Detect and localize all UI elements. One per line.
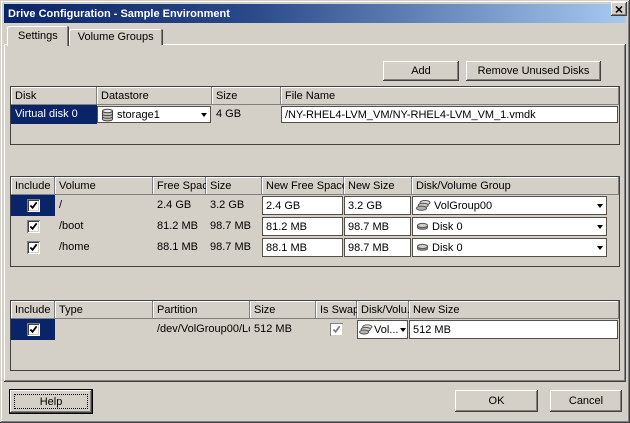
include-checkbox[interactable] [27,241,40,254]
column-header-disk[interactable]: Disk [11,87,97,105]
virtual-disk-row: Virtual disk 0 storage1 4 GB /NY- [11,105,619,124]
column-header-free-space[interactable]: Free Space [153,177,206,195]
new-size-input[interactable]: 3.2 GB [344,196,411,215]
chevron-down-icon[interactable] [597,246,603,250]
include-cell[interactable] [11,319,55,340]
checkmark-icon [332,325,341,334]
column-header-size[interactable]: Size [206,177,262,195]
checkmark-icon [29,325,38,334]
volume-cell: / [55,195,153,216]
size-cell: 98.7 MB [206,237,262,258]
non-volume-table: Include Type Partition Size Is Swap Disk… [10,300,620,371]
column-header-disk-volume[interactable]: Disk/Volu... [357,301,409,319]
free-space-cell: 81.2 MB [153,216,206,237]
is-swap-cell [316,319,357,340]
checkmark-icon [29,243,38,252]
volume-cell: /boot [55,216,153,237]
datastore-value: storage1 [117,109,160,121]
disk-volume-group-combo[interactable]: VolGroup00 [412,196,607,215]
drive-configuration-dialog: Drive Configuration - Sample Environment… [0,0,630,423]
is-swap-checkbox [330,323,343,336]
datastore-combo[interactable]: storage1 [97,106,211,123]
chevron-down-icon[interactable] [201,113,207,117]
include-checkbox[interactable] [27,199,40,212]
disk-icon [416,242,429,253]
new-free-space-input[interactable]: 81.2 MB [262,217,343,236]
file-name-input[interactable]: /NY-RHEL4-LVM_VM/NY-RHEL4-LVM_VM_1.vmdk [281,106,618,123]
volume-group-icon [359,323,373,336]
checkmark-icon [29,201,38,210]
tab-settings[interactable]: Settings [7,26,69,46]
include-cell[interactable] [11,195,55,216]
size-cell: 3.2 GB [206,195,262,216]
column-header-include[interactable]: Include [11,301,55,319]
volume-row-root: / 2.4 GB 3.2 GB 2.4 GB 3.2 GB VolGroup00 [11,195,619,216]
remove-unused-disks-button[interactable]: Remove Unused Disks [466,61,601,81]
column-header-datastore[interactable]: Datastore [97,87,212,105]
volume-row-boot: /boot 81.2 MB 98.7 MB 81.2 MB 98.7 MB Di… [11,216,619,237]
non-volume-header: Include Type Partition Size Is Swap Disk… [11,301,619,319]
volumes-header: Include Volume Free Space Size New Free … [11,177,619,195]
column-header-new-size[interactable]: New Size [344,177,412,195]
disk-volume-group-combo[interactable]: Disk 0 [412,238,607,257]
free-space-cell: 2.4 GB [153,195,206,216]
volume-group-icon [416,199,431,212]
free-space-cell: 88.1 MB [153,237,206,258]
column-header-include[interactable]: Include [11,177,55,195]
include-checkbox[interactable] [27,323,40,336]
include-checkbox[interactable] [27,220,40,233]
combo-value: VolGroup00 [434,200,492,212]
disk-name-cell[interactable]: Virtual disk 0 [11,105,97,124]
column-header-file-name[interactable]: File Name [281,87,619,105]
partition-cell: /dev/VolGroup00/Lo... [153,319,250,340]
column-header-partition[interactable]: Partition [153,301,250,319]
new-free-space-input[interactable]: 2.4 GB [262,196,343,215]
column-header-new-free-space[interactable]: New Free Space [262,177,344,195]
datastore-icon [101,108,114,122]
close-icon [615,6,623,13]
column-header-new-size[interactable]: New Size [409,301,619,319]
close-button[interactable] [611,2,627,16]
volume-row-home: /home 88.1 MB 98.7 MB 88.1 MB 98.7 MB Di… [11,237,619,258]
volumes-table: Include Volume Free Space Size New Free … [10,176,620,267]
disk-size-cell: 4 GB [212,105,281,124]
add-button[interactable]: Add [383,61,459,81]
include-cell[interactable] [11,216,55,237]
size-cell: 512 MB [250,319,316,340]
include-cell[interactable] [11,237,55,258]
checkmark-icon [29,222,38,231]
column-header-size[interactable]: Size [250,301,316,319]
help-button[interactable]: Help [10,390,92,413]
column-header-volume[interactable]: Volume [55,177,153,195]
cancel-button[interactable]: Cancel [550,390,622,412]
chevron-down-icon[interactable] [597,225,603,229]
disk-icon [416,221,429,232]
type-cell [55,319,153,340]
chevron-down-icon[interactable] [400,328,406,332]
column-header-is-swap[interactable]: Is Swap [316,301,357,319]
tab-volume-groups[interactable]: Volume Groups [69,29,163,45]
disk-volume-group-combo[interactable]: Disk 0 [412,217,607,236]
column-header-type[interactable]: Type [55,301,153,319]
volume-cell: /home [55,237,153,258]
disk-volume-combo[interactable]: Vol... [357,320,408,339]
tab-bar: Settings Volume Groups [7,26,163,45]
title-bar: Drive Configuration - Sample Environment [4,4,626,23]
combo-value: Disk 0 [432,221,463,233]
new-free-space-input[interactable]: 88.1 MB [262,238,343,257]
combo-value: Vol... [374,324,398,336]
column-header-disk-volume-group[interactable]: Disk/Volume Group [412,177,619,195]
size-cell: 98.7 MB [206,216,262,237]
window-title: Drive Configuration - Sample Environment [8,8,230,20]
new-size-input[interactable]: 98.7 MB [344,238,411,257]
non-volume-row: /dev/VolGroup00/Lo... 512 MB Vol [11,319,619,340]
combo-value: Disk 0 [432,242,463,254]
virtual-disks-table: Disk Datastore Size File Name Virtual di… [10,86,620,145]
new-size-input[interactable]: 512 MB [409,320,618,339]
ok-button[interactable]: OK [455,390,538,412]
chevron-down-icon[interactable] [597,204,603,208]
virtual-disks-header: Disk Datastore Size File Name [11,87,619,105]
new-size-input[interactable]: 98.7 MB [344,217,411,236]
column-header-size[interactable]: Size [212,87,281,105]
